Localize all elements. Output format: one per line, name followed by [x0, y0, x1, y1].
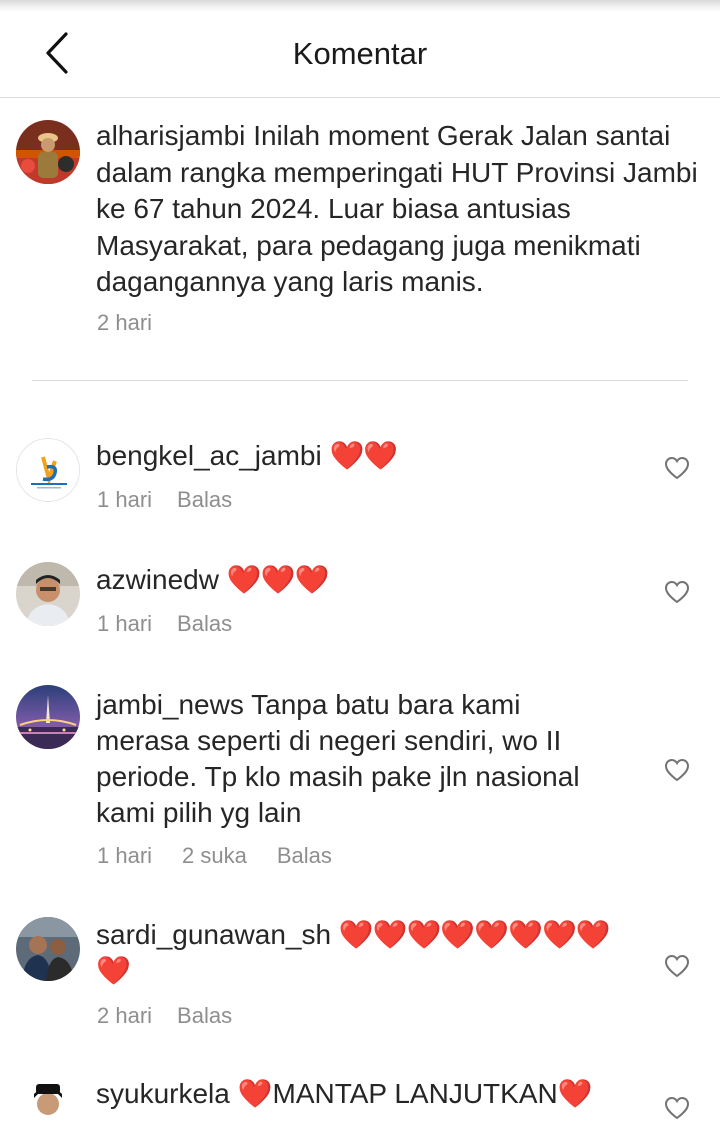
comment-text: jambi_news Tanpa batu bara kami merasa s… [96, 687, 616, 831]
comment-timestamp: 1 hari [97, 611, 153, 636]
comment-body: ❤️MANTAP LANJUTKAN❤️ [237, 1078, 593, 1109]
header-bar: Komentar [0, 12, 720, 98]
heart-outline-icon [664, 1096, 690, 1120]
avatar[interactable] [16, 685, 80, 749]
comment-body: ❤️❤️ [329, 440, 399, 471]
comment-timestamp: 1 hari [97, 843, 153, 868]
comment-username[interactable]: bengkel_ac_jambi [96, 440, 322, 471]
comment-body: ❤️❤️❤️ [226, 564, 330, 595]
comment-text: bengkel_ac_jambi ❤️❤️ [96, 438, 656, 474]
comment-item: syukurkela ❤️MANTAP LANJUTKAN❤️ [0, 1076, 720, 1126]
comment-meta: 1 hari Balas [97, 611, 232, 637]
avatar[interactable] [16, 120, 80, 184]
like-button[interactable] [664, 456, 690, 480]
comment-likes-count[interactable]: 2 suka [182, 843, 247, 869]
heart-outline-icon [664, 580, 690, 604]
reply-button[interactable]: Balas [277, 843, 332, 869]
comment-meta: 2 hari Balas [97, 1003, 232, 1029]
comment-text: sardi_gunawan_sh ❤️❤️❤️❤️❤️❤️❤️❤️❤️ [96, 917, 636, 989]
like-button[interactable] [664, 954, 690, 978]
reply-button[interactable]: Balas [177, 611, 232, 637]
avatar[interactable] [16, 1076, 80, 1126]
comment-username[interactable]: sardi_gunawan_sh [96, 919, 331, 950]
caption-username[interactable]: alharisjambi [96, 120, 245, 151]
like-button[interactable] [664, 758, 690, 782]
divider [32, 380, 688, 381]
heart-outline-icon [664, 456, 690, 480]
comment-username[interactable]: azwinedw [96, 564, 219, 595]
comment-username[interactable]: syukurkela [96, 1078, 230, 1109]
comment-meta: 1 hari 2 suka Balas [97, 843, 332, 869]
comment-timestamp: 2 hari [97, 1003, 153, 1028]
reply-button[interactable]: Balas [177, 1003, 232, 1029]
comment-timestamp: 1 hari [97, 487, 153, 512]
avatar[interactable] [16, 438, 80, 502]
like-button[interactable] [664, 580, 690, 604]
heart-outline-icon [664, 758, 690, 782]
heart-outline-icon [664, 954, 690, 978]
post-caption: alharisjambi Inilah moment Gerak Jalan s… [0, 98, 720, 380]
caption-text: alharisjambi Inilah moment Gerak Jalan s… [96, 118, 706, 301]
comment-username[interactable]: jambi_news [96, 689, 244, 720]
page-title: Komentar [292, 36, 428, 71]
comment-text: azwinedw ❤️❤️❤️ [96, 562, 656, 598]
comment-text: syukurkela ❤️MANTAP LANJUTKAN❤️ [96, 1076, 656, 1112]
caption-timestamp: 2 hari [97, 310, 153, 335]
comment-meta: 1 hari Balas [97, 487, 232, 513]
reply-button[interactable]: Balas [177, 487, 232, 513]
avatar[interactable] [16, 562, 80, 626]
like-button[interactable] [664, 1096, 690, 1120]
avatar[interactable] [16, 917, 80, 981]
status-bar-shadow [0, 0, 720, 12]
